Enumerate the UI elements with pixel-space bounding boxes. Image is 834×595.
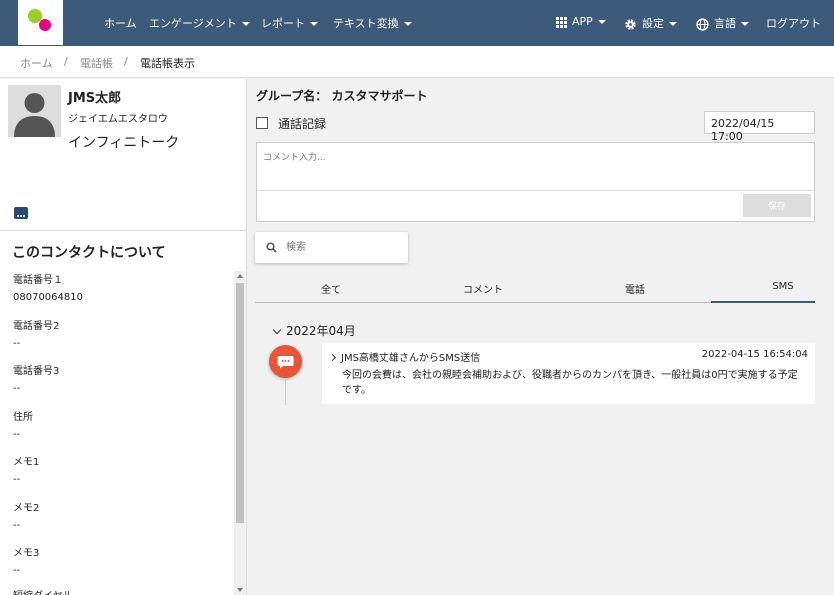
group-name: グループ名： カスタマサポート <box>256 89 428 103</box>
chat-icon[interactable] <box>14 207 28 219</box>
timeline-line <box>285 378 286 405</box>
month-label: 2022年04月 <box>286 324 356 338</box>
call-record-label: 通話記録 <box>278 117 327 131</box>
scroll-up-icon[interactable] <box>237 274 243 278</box>
timeline-panel: グループ名： カスタマサポート 通話記録 2022/04/15 17:00 保存… <box>248 79 834 595</box>
chevron-down-icon <box>597 20 606 24</box>
nav-report-label: レポート <box>261 17 305 30</box>
timeline-event[interactable]: JMS高橋丈雄さんからSMS送信 2022-04-15 16:54:04 今回の… <box>322 343 815 404</box>
active-tab-indicator <box>711 301 815 303</box>
breadcrumb-separator: / <box>64 55 68 68</box>
field-value-memo3: -- <box>13 565 21 576</box>
save-button[interactable]: 保存 <box>743 194 811 217</box>
chat-dots-icon <box>17 215 25 217</box>
grid-icon <box>556 16 567 28</box>
breadcrumb-separator: / <box>124 55 128 68</box>
field-value-phone3: -- <box>13 383 21 394</box>
chevron-right-icon <box>328 353 337 362</box>
field-label-phone1: 電話番号１ <box>13 275 63 286</box>
nav-language[interactable]: 言語 <box>696 15 749 31</box>
about-title: このコンタクトについて <box>12 245 166 261</box>
top-navbar: ホーム エンゲージメント レポート テキスト変換 APP 設定 言語 ログアウト <box>0 0 834 46</box>
field-label-address: 住所 <box>13 412 33 423</box>
event-title-text: JMS高橋丈雄さんからSMS送信 <box>341 353 481 364</box>
contact-fields: 電話番号１ 08070064810 電話番号2 -- 電話番号3 -- 住所 -… <box>0 271 234 595</box>
chevron-down-icon <box>272 325 282 335</box>
event-title[interactable]: JMS高橋丈雄さんからSMS送信 <box>328 349 481 364</box>
nav-app[interactable]: APP <box>556 15 606 28</box>
breadcrumb: ホーム / 電話帳 / 電話帳表示 <box>0 46 834 78</box>
field-value-phone2: -- <box>13 338 21 349</box>
field-label-speed-dial: 短縮ダイヤル <box>13 587 73 595</box>
search-box <box>255 232 408 263</box>
datetime-field[interactable]: 2022/04/15 17:00 <box>704 111 815 143</box>
logout-link[interactable]: ログアウト <box>766 15 821 31</box>
tab-all[interactable]: 全て <box>261 281 401 296</box>
avatar <box>8 85 61 137</box>
divider <box>0 230 247 231</box>
field-value-memo1: -- <box>13 474 21 485</box>
scroll-thumb[interactable] <box>236 283 244 523</box>
tab-sms[interactable]: SMS <box>713 281 834 292</box>
breadcrumb-home[interactable]: ホーム <box>20 55 53 71</box>
search-input[interactable] <box>286 239 401 256</box>
globe-icon <box>696 17 709 31</box>
nav-app-label: APP <box>572 15 593 28</box>
tab-bar: 全て コメント 電話 SMS <box>255 273 815 303</box>
contact-company: インフィニトーク <box>68 135 180 151</box>
nav-home[interactable]: ホーム <box>104 15 137 31</box>
chevron-down-icon <box>669 22 677 26</box>
person-icon <box>14 93 55 137</box>
chevron-down-icon <box>741 22 749 26</box>
field-label-memo2: メモ2 <box>13 503 40 514</box>
comment-box: 保存 <box>256 142 815 222</box>
scroll-down-icon[interactable] <box>237 588 243 592</box>
event-time: 2022-04-15 16:54:04 <box>701 349 808 360</box>
month-group-toggle[interactable]: 2022年04月 <box>272 322 356 339</box>
logo-dot-pink <box>39 19 51 31</box>
chevron-down-icon <box>310 22 318 26</box>
breadcrumb-current: 電話帳表示 <box>140 57 195 70</box>
field-value-phone1: 08070064810 <box>13 292 83 303</box>
nav-text-convert[interactable]: テキスト変換 <box>333 15 412 31</box>
contact-kana: ジェイエムエスタロウ <box>68 114 168 125</box>
field-label-memo1: メモ1 <box>13 457 40 468</box>
nav-engagement[interactable]: エンゲージメント <box>149 15 250 31</box>
event-body: 今回の会費は、会社の親睦会補助および、役職者からのカンパを頂き、一般社員は0円で… <box>342 370 798 396</box>
nav-settings-label: 設定 <box>642 17 664 30</box>
field-label-memo3: メモ3 <box>13 548 40 559</box>
comment-input[interactable] <box>257 143 814 191</box>
sms-icon <box>277 356 294 369</box>
call-record-checkbox[interactable] <box>256 117 268 129</box>
field-value-memo2: -- <box>13 520 21 531</box>
tab-comment[interactable]: コメント <box>413 281 553 296</box>
chevron-down-icon <box>241 22 250 26</box>
nav-text-convert-label: テキスト変換 <box>333 17 399 30</box>
scrollbar[interactable] <box>234 271 246 595</box>
contact-name: JMS太郎 <box>68 91 122 106</box>
nav-language-label: 言語 <box>714 17 736 30</box>
nav-settings[interactable]: 設定 <box>624 15 677 31</box>
search-icon <box>266 242 277 253</box>
nav-engagement-label: エンゲージメント <box>149 17 237 30</box>
chevron-down-icon <box>403 22 412 26</box>
field-label-phone2: 電話番号2 <box>13 321 60 332</box>
tab-call[interactable]: 電話 <box>565 281 705 296</box>
nav-report[interactable]: レポート <box>261 15 318 31</box>
sms-bubble-icon <box>269 345 302 378</box>
app-logo[interactable] <box>18 0 63 45</box>
gear-icon <box>625 18 636 30</box>
breadcrumb-phonebook[interactable]: 電話帳 <box>80 55 113 71</box>
field-label-phone3: 電話番号3 <box>13 366 60 377</box>
field-value-address: -- <box>13 429 21 440</box>
contact-panel: JMS太郎 ジェイエムエスタロウ インフィニトーク このコンタクトについて 電話… <box>0 79 247 595</box>
